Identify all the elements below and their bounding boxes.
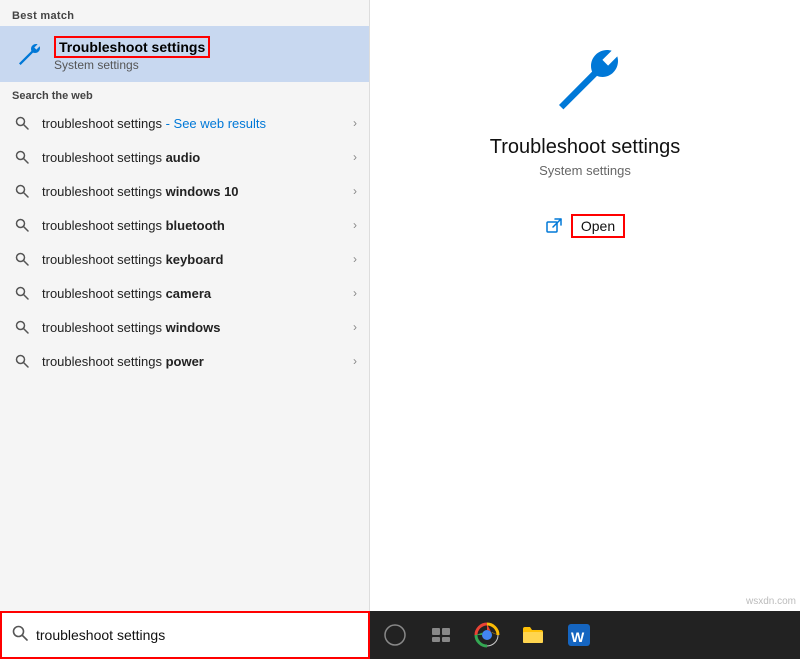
item-bold-text: power <box>166 354 204 369</box>
search-bar[interactable] <box>0 611 370 659</box>
search-icon <box>12 249 32 269</box>
chevron-icon: › <box>353 320 357 334</box>
list-item-text: troubleshoot settings power <box>42 354 353 369</box>
chevron-icon: › <box>353 286 357 300</box>
open-button-wrap[interactable]: Open <box>535 208 635 244</box>
taskbar-icons: W <box>370 620 800 650</box>
list-item-text: troubleshoot settings audio <box>42 150 353 165</box>
item-bold-text: bluetooth <box>166 218 225 233</box>
search-icon <box>12 351 32 371</box>
list-item[interactable]: troubleshoot settings windows › <box>0 310 369 344</box>
svg-text:W: W <box>571 629 585 645</box>
list-item[interactable]: troubleshoot settings power › <box>0 344 369 378</box>
right-subtitle: System settings <box>539 163 631 178</box>
search-icon <box>12 283 32 303</box>
best-match-text: Troubleshoot settings System settings <box>54 36 210 72</box>
right-title: Troubleshoot settings <box>490 136 680 159</box>
search-icon <box>12 147 32 167</box>
large-wrench-icon <box>545 40 625 120</box>
list-item-text: troubleshoot settings bluetooth <box>42 218 353 233</box>
cortana-icon[interactable] <box>380 620 410 650</box>
list-item[interactable]: troubleshoot settings bluetooth › <box>0 208 369 242</box>
left-panel: Best match Troubleshoot settings System … <box>0 0 370 611</box>
list-item-text: troubleshoot settings windows <box>42 320 353 335</box>
task-view-icon[interactable] <box>426 620 456 650</box>
chevron-icon: › <box>353 354 357 368</box>
item-bold-text: keyboard <box>166 252 224 267</box>
list-item-text: troubleshoot settings windows 10 <box>42 184 353 199</box>
taskbar: W wsxdn.com <box>0 611 800 659</box>
best-match-item[interactable]: Troubleshoot settings System settings <box>0 26 369 82</box>
list-item[interactable]: troubleshoot settings windows 10 › <box>0 174 369 208</box>
list-item[interactable]: troubleshoot settings keyboard › <box>0 242 369 276</box>
list-item[interactable]: troubleshoot settings camera › <box>0 276 369 310</box>
taskbar-search-icon <box>12 625 28 645</box>
best-match-title: Troubleshoot settings <box>54 36 210 58</box>
search-input[interactable] <box>36 627 358 643</box>
list-item-text: troubleshoot settings keyboard <box>42 252 353 267</box>
search-results: troubleshoot settings - See web results … <box>0 106 369 611</box>
list-item-text: troubleshoot settings camera <box>42 286 353 301</box>
best-match-subtitle: System settings <box>54 58 210 72</box>
chevron-icon: › <box>353 218 357 232</box>
item-bold-text: camera <box>166 286 212 301</box>
open-external-icon <box>545 217 563 235</box>
chevron-icon: › <box>353 184 357 198</box>
file-explorer-icon[interactable] <box>518 620 548 650</box>
item-plain-text: troubleshoot settings <box>42 116 162 131</box>
watermark: wsxdn.com <box>746 596 796 607</box>
chevron-icon: › <box>353 116 357 130</box>
search-web-label: Search the web <box>0 82 369 106</box>
item-bold-text: audio <box>166 150 201 165</box>
chrome-icon[interactable] <box>472 620 502 650</box>
item-bold-text: windows <box>166 320 221 335</box>
word-icon[interactable]: W <box>564 620 594 650</box>
search-icon <box>12 181 32 201</box>
best-match-label: Best match <box>0 0 369 26</box>
search-icon <box>12 113 32 133</box>
wrench-icon <box>12 38 44 70</box>
list-item-text: troubleshoot settings - See web results <box>42 116 353 131</box>
see-web-results-link[interactable]: - See web results <box>162 116 266 131</box>
right-panel: Troubleshoot settings System settings Op… <box>370 0 800 611</box>
list-item[interactable]: troubleshoot settings - See web results … <box>0 106 369 140</box>
chevron-icon: › <box>353 150 357 164</box>
list-item[interactable]: troubleshoot settings audio › <box>0 140 369 174</box>
chevron-icon: › <box>353 252 357 266</box>
search-icon <box>12 317 32 337</box>
search-icon <box>12 215 32 235</box>
item-bold-text: windows 10 <box>166 184 239 199</box>
open-button[interactable]: Open <box>571 214 625 238</box>
